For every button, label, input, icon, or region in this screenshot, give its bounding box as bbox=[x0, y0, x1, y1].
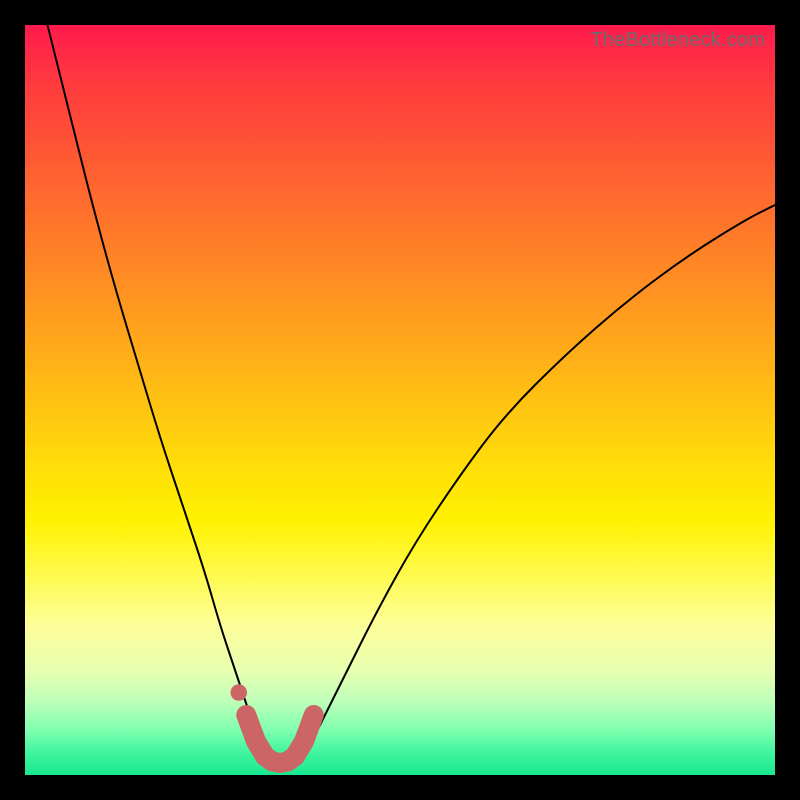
bottleneck-chart bbox=[25, 25, 775, 775]
marker-dot bbox=[231, 684, 248, 701]
chart-frame: TheBottleneck.com bbox=[25, 25, 775, 775]
marker-u bbox=[246, 715, 314, 763]
bottleneck-curve bbox=[48, 25, 776, 764]
